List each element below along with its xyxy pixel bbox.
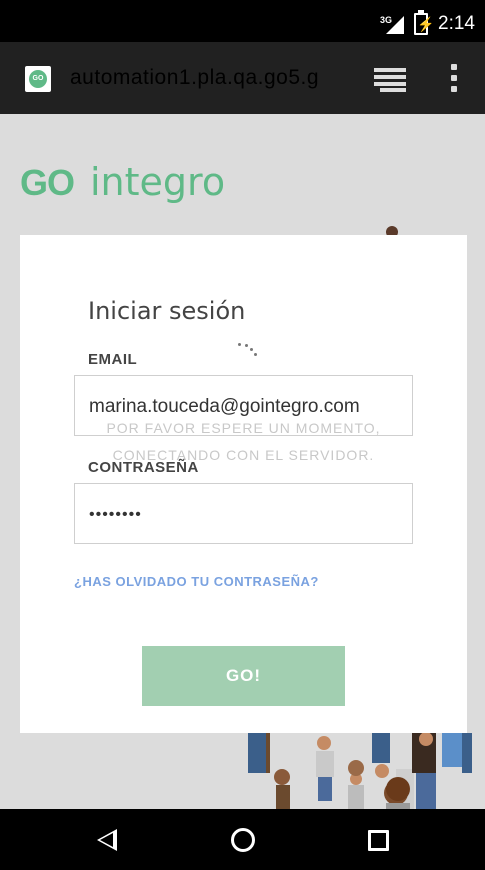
back-icon[interactable] bbox=[97, 829, 117, 851]
login-title: Iniciar sesión bbox=[88, 297, 246, 325]
illustration-people bbox=[236, 732, 485, 809]
recent-apps-icon[interactable] bbox=[368, 830, 389, 851]
password-field[interactable]: •••••••• bbox=[74, 483, 413, 544]
url-bar[interactable]: automation1.pla.qa.go5.g bbox=[70, 66, 352, 90]
home-icon[interactable] bbox=[231, 828, 255, 852]
tabs-icon[interactable] bbox=[374, 68, 406, 92]
clock: 2:14 bbox=[438, 13, 475, 34]
forgot-password-link[interactable]: ¿HAS OLVIDADO TU CONTRASEÑA? bbox=[74, 574, 319, 589]
login-card: Iniciar sesión EMAIL marina.touceda@goin… bbox=[20, 235, 467, 733]
submit-button[interactable]: GO! bbox=[142, 646, 345, 706]
loading-line-1: POR FAVOR ESPERE UN MOMENTO, bbox=[106, 420, 381, 436]
password-label: CONTRASEÑA bbox=[88, 459, 199, 476]
site-favicon-icon: GO bbox=[25, 66, 51, 92]
web-page: GO integro Iniciar sesión EMAIL marina.t… bbox=[0, 114, 485, 809]
overflow-menu-icon[interactable] bbox=[450, 64, 458, 92]
battery-icon: ⚡ bbox=[414, 10, 434, 35]
navigation-bar bbox=[0, 809, 485, 870]
email-label: EMAIL bbox=[88, 351, 138, 368]
status-bar: 3G ⚡ 2:14 bbox=[0, 0, 485, 42]
signal-icon bbox=[386, 16, 404, 34]
